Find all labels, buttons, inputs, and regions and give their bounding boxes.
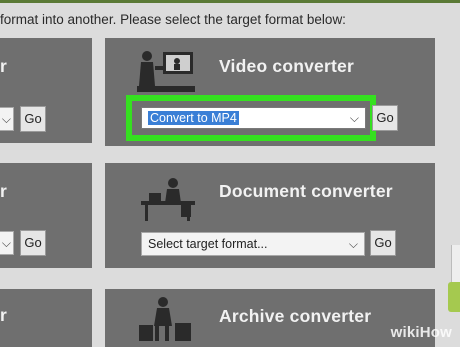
document-converter-card: Document converter Select target format.… — [105, 163, 435, 268]
archive-converter-title: Archive converter — [219, 306, 372, 326]
video-format-selected-value: Convert to MP4 — [148, 111, 239, 125]
instruction-text: format into another. Please select the t… — [0, 12, 346, 27]
top-accent-line — [0, 0, 460, 3]
wikihow-watermark: wikiHow — [391, 324, 452, 341]
document-converter-title: Document converter — [219, 181, 393, 201]
chevron-down-icon: ⌵ — [1, 112, 11, 126]
left-card-1-title: r — [0, 56, 8, 76]
film-camera-icon — [137, 51, 195, 92]
document-format-placeholder: Select target format... — [148, 237, 268, 251]
video-go-button[interactable]: Go — [372, 105, 398, 131]
left-card-1: r ⌵ Go — [0, 38, 92, 143]
archive-worker-icon — [139, 297, 191, 341]
left-card-1-go-button[interactable]: Go — [20, 106, 46, 132]
left-card-3: r — [0, 289, 92, 347]
chevron-down-icon: ⌵ — [1, 236, 11, 250]
watermark-part2: How — [419, 324, 452, 341]
video-format-select[interactable]: Convert to MP4 ⌵ — [141, 107, 366, 129]
left-card-3-title: r — [0, 305, 8, 325]
watermark-part1: wiki — [390, 324, 420, 341]
chevron-down-icon: ⌵ — [349, 111, 359, 125]
document-format-select[interactable]: Select target format... ⌵ — [141, 232, 365, 256]
desk-writer-icon — [141, 178, 195, 221]
side-badge — [448, 282, 460, 312]
chevron-down-icon: ⌵ — [348, 237, 358, 251]
left-card-2-select[interactable]: ⌵ — [0, 231, 14, 255]
video-converter-title: Video converter — [219, 56, 354, 76]
archive-converter-card: Archive converter — [105, 289, 435, 347]
left-card-2: r ⌵ Go — [0, 163, 92, 268]
left-card-1-select[interactable]: ⌵ — [0, 107, 14, 131]
document-go-button[interactable]: Go — [370, 230, 396, 256]
left-card-2-go-button[interactable]: Go — [20, 230, 46, 256]
left-card-2-title: r — [0, 181, 8, 201]
